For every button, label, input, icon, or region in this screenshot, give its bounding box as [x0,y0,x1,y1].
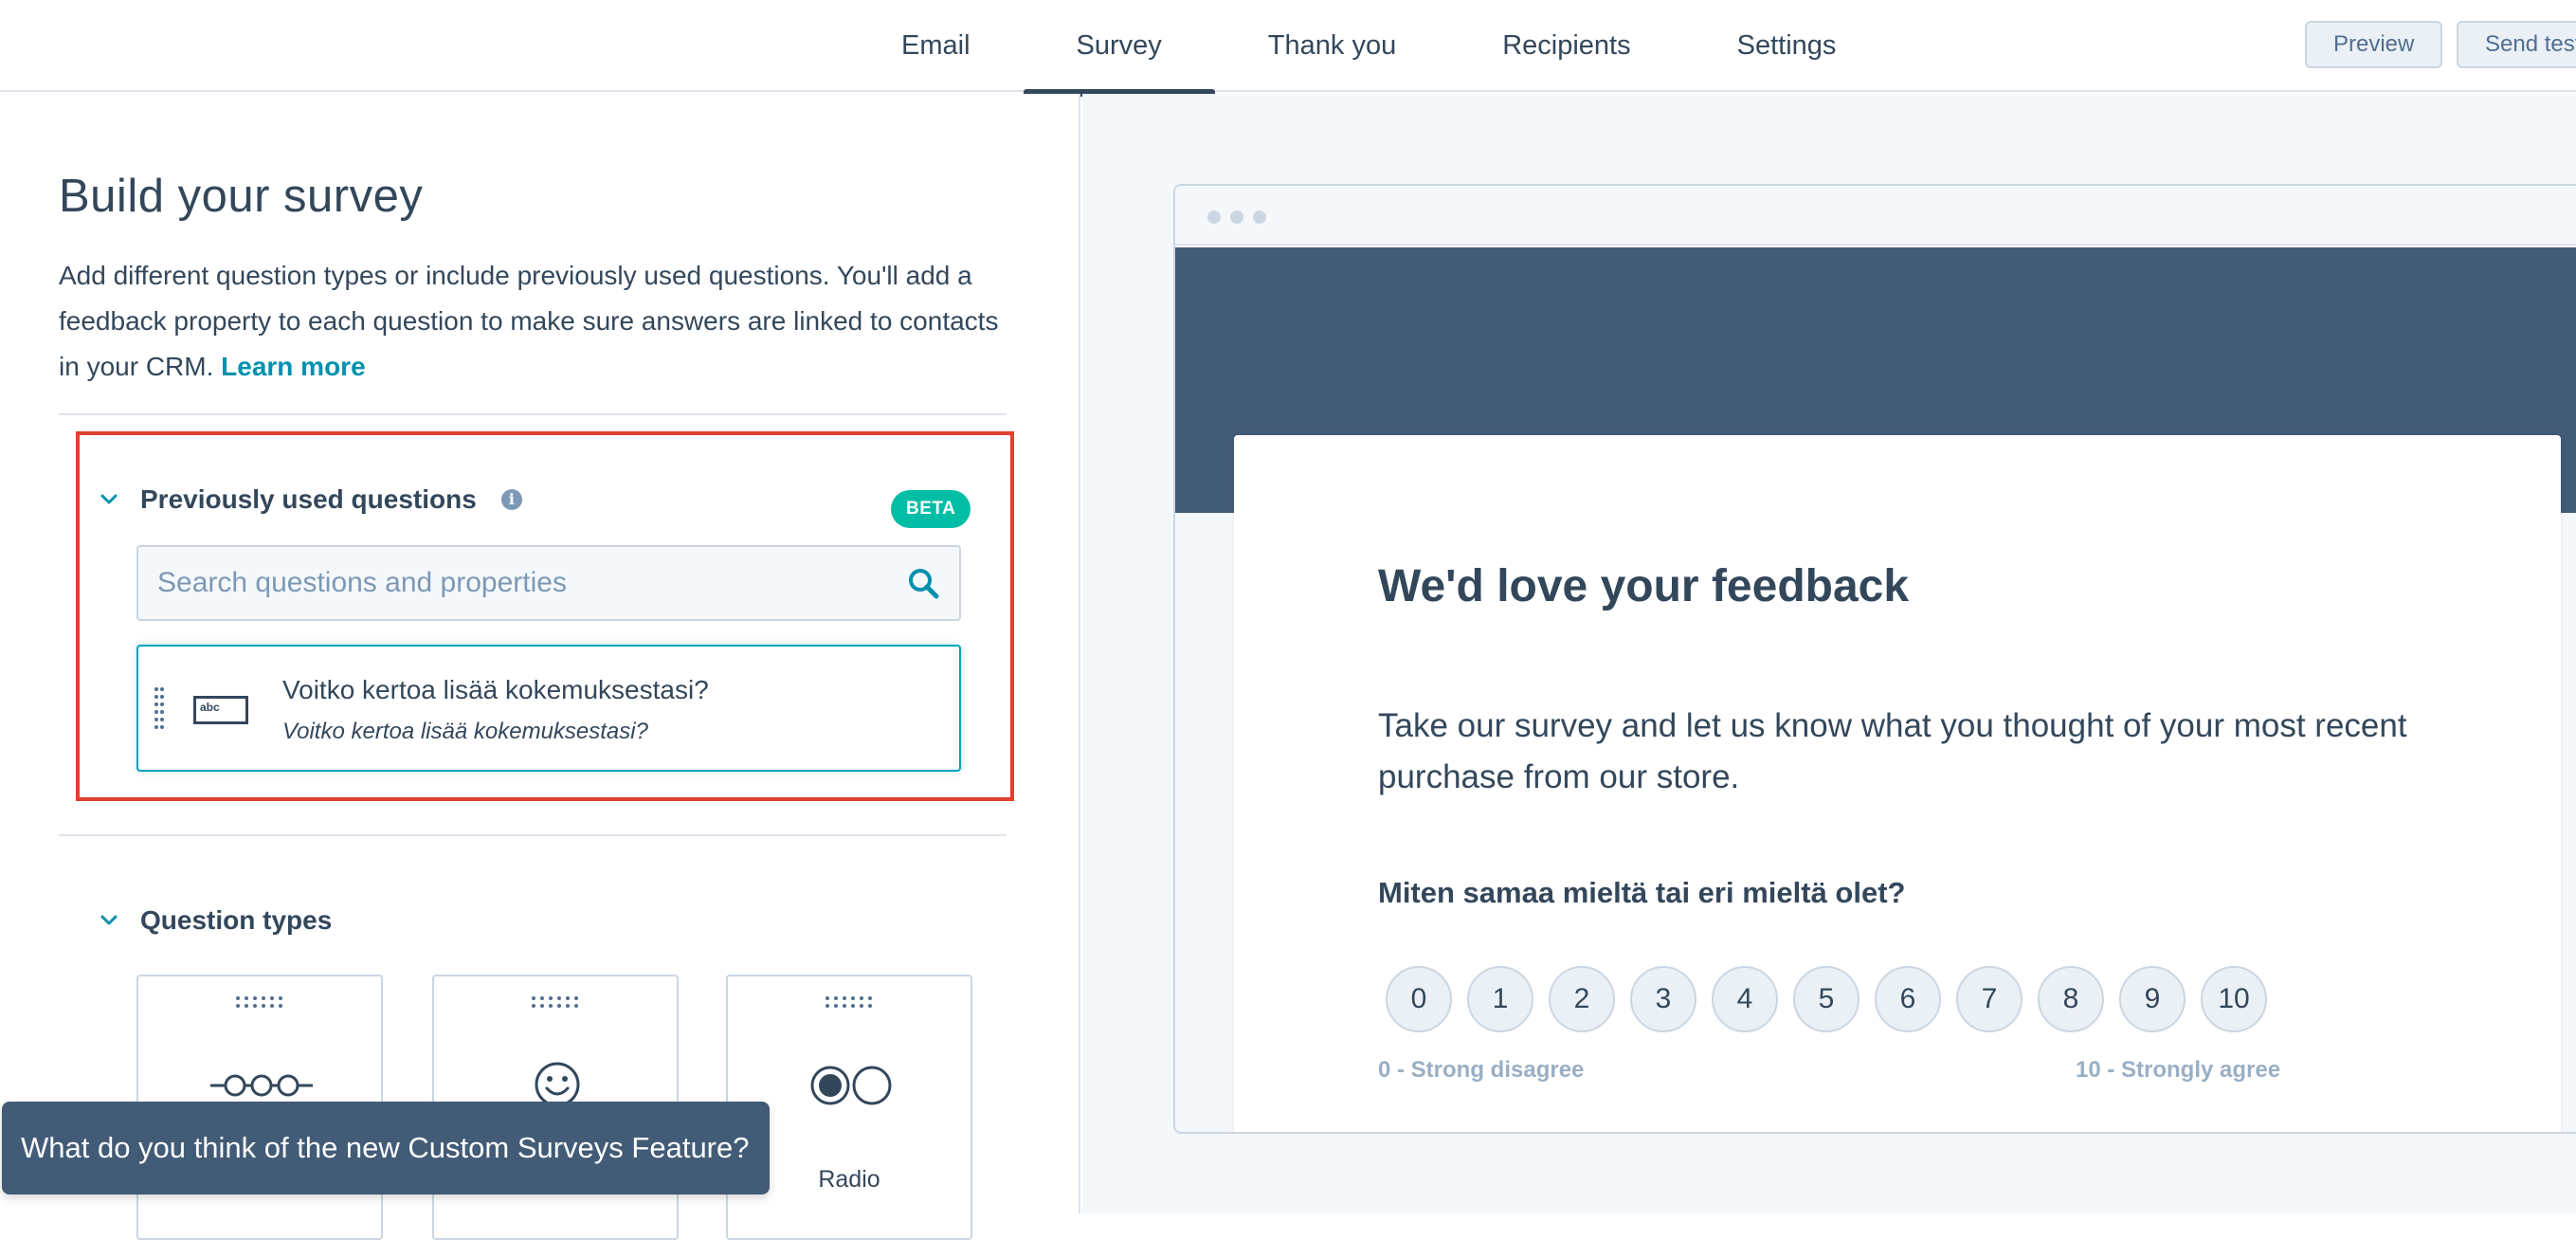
scale-option-5[interactable]: 5 [1793,966,1859,1032]
browser-frame: We'd love your feedback Take our survey … [1173,184,2576,1134]
preview-button[interactable]: Preview [2305,21,2443,68]
page-title: Build your survey [59,171,424,222]
chevron-down-icon [100,915,118,925]
drag-handle-icon[interactable] [235,995,286,1009]
survey-description: Take our survey and let us know what you… [1378,707,2407,795]
window-dot [1230,210,1243,224]
text-field-icon: abc [193,696,248,724]
scale-option-7[interactable]: 7 [1956,966,2023,1032]
rating-scale: 0 1 2 3 4 5 6 7 8 9 10 [1386,966,2282,1032]
radio-icon [810,1066,892,1105]
survey-question: Miten samaa mieltä tai eri mieltä olet? [1378,876,1906,909]
intro-text: Add different question types or include … [59,253,1025,390]
beta-badge: BETA [891,490,971,528]
previous-questions-heading: Previously used questions [140,484,477,514]
divider [59,834,1007,836]
top-navigation: Email Survey Thank you Recipients Settin… [0,0,2576,97]
editor-tabs: Email Survey Thank you Recipients Settin… [848,0,1890,97]
scale-option-8[interactable]: 8 [2038,966,2104,1032]
tab-email[interactable]: Email [848,0,1024,92]
search-box [136,545,961,621]
scale-option-0[interactable]: 0 [1386,966,1452,1032]
scale-option-4[interactable]: 4 [1712,966,1778,1032]
survey-preview-panel: We'd love your feedback Take our survey … [1082,94,2576,1213]
send-test-button[interactable]: Send test [2457,21,2576,68]
search-icon[interactable] [906,566,940,600]
learn-more-link[interactable]: Learn more [221,352,366,381]
scale-option-10[interactable]: 10 [2201,966,2267,1032]
scale-option-2[interactable]: 2 [1549,966,1615,1032]
scale-option-3[interactable]: 3 [1630,966,1696,1032]
window-dot [1207,210,1221,224]
scale-icon [210,1074,313,1097]
window-dot [1253,210,1266,224]
previous-question-card[interactable]: abc Voitko kertoa lisää kokemuksestasi? … [136,645,961,772]
info-icon[interactable]: i [500,489,522,510]
previous-questions-header[interactable]: Previously used questions i [99,484,522,515]
divider [59,413,1007,415]
survey-builder-panel: Build your survey Add different question… [0,94,1080,1240]
drag-handle-icon[interactable] [825,995,876,1009]
intro-body: Add different question types or include … [59,261,999,381]
feedback-toast[interactable]: What do you think of the new Custom Surv… [2,1102,770,1194]
scale-high-label: 10 - Strongly agree [2076,1057,2281,1083]
scale-low-label: 0 - Strong disagree [1378,1057,1585,1083]
tab-recipients[interactable]: Recipients [1449,0,1683,92]
tab-settings[interactable]: Settings [1684,0,1890,92]
question-property: Voitko kertoa lisää kokemuksestasi? [282,719,648,744]
scale-option-9[interactable]: 9 [2119,966,2186,1032]
survey-title: We'd love your feedback [1378,561,1910,611]
survey-card: We'd love your feedback Take our survey … [1234,435,2561,1132]
tab-survey[interactable]: Survey [1023,0,1216,97]
browser-toolbar [1175,186,2576,246]
chevron-down-icon [100,494,118,504]
question-types-heading: Question types [140,905,333,935]
question-title: Voitko kertoa lisää kokemuksestasi? [282,675,709,704]
search-input[interactable] [157,567,906,599]
drag-handle-icon[interactable] [531,995,582,1009]
tab-thank-you[interactable]: Thank you [1215,0,1449,92]
scale-option-6[interactable]: 6 [1875,966,1941,1032]
question-types-header[interactable]: Question types [99,905,332,936]
scale-option-1[interactable]: 1 [1467,966,1533,1032]
drag-handle-icon[interactable] [154,686,165,730]
